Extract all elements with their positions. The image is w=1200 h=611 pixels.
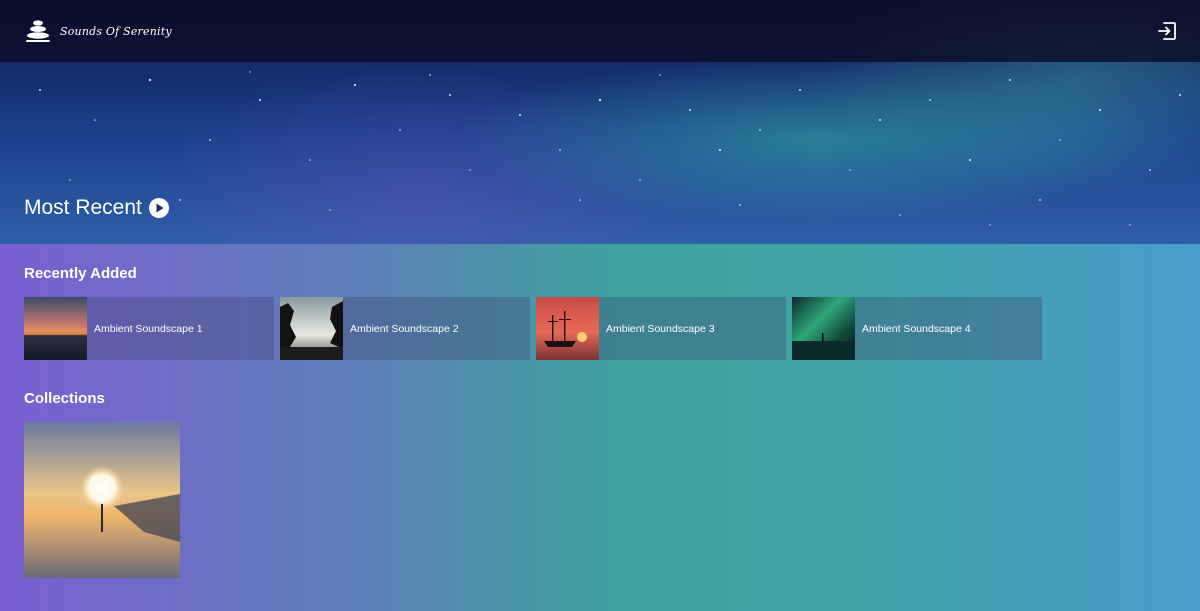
soundscape-title: Ambient Soundscape 2 xyxy=(350,322,459,335)
top-navigation-bar: Sounds Of Serenity xyxy=(0,0,1200,62)
play-circle-icon[interactable] xyxy=(148,197,170,219)
brand-name: Sounds Of Serenity xyxy=(60,24,172,38)
brand[interactable]: Sounds Of Serenity xyxy=(24,17,172,45)
soundscape-card[interactable]: Ambient Soundscape 4 xyxy=(792,297,1042,360)
soundscape-thumbnail xyxy=(536,297,599,360)
most-recent-heading[interactable]: Most Recent xyxy=(24,196,170,220)
soundscape-title: Ambient Soundscape 1 xyxy=(94,322,203,335)
soundscape-thumbnail xyxy=(24,297,87,360)
soundscape-thumbnail xyxy=(792,297,855,360)
logout-icon[interactable] xyxy=(1156,20,1178,42)
stacked-stones-icon xyxy=(26,20,50,42)
soundscape-card[interactable]: Ambient Soundscape 3 xyxy=(536,297,786,360)
soundscape-title: Ambient Soundscape 3 xyxy=(606,322,715,335)
hero-banner: Sounds Of Serenity Most Recent xyxy=(0,0,1200,244)
most-recent-label: Most Recent xyxy=(24,196,142,219)
recently-added-title: Recently Added xyxy=(24,265,137,282)
soundscape-card[interactable]: Ambient Soundscape 2 xyxy=(280,297,530,360)
soundscape-thumbnail xyxy=(280,297,343,360)
soundscape-title: Ambient Soundscape 4 xyxy=(862,322,971,335)
main-content: Recently Added Ambient Soundscape 1 Ambi… xyxy=(0,244,1200,611)
collection-cover[interactable] xyxy=(24,422,180,578)
soundscape-card[interactable]: Ambient Soundscape 1 xyxy=(24,297,274,360)
collections-title: Collections xyxy=(24,390,105,407)
recently-added-list: Ambient Soundscape 1 Ambient Soundscape … xyxy=(24,297,1042,360)
